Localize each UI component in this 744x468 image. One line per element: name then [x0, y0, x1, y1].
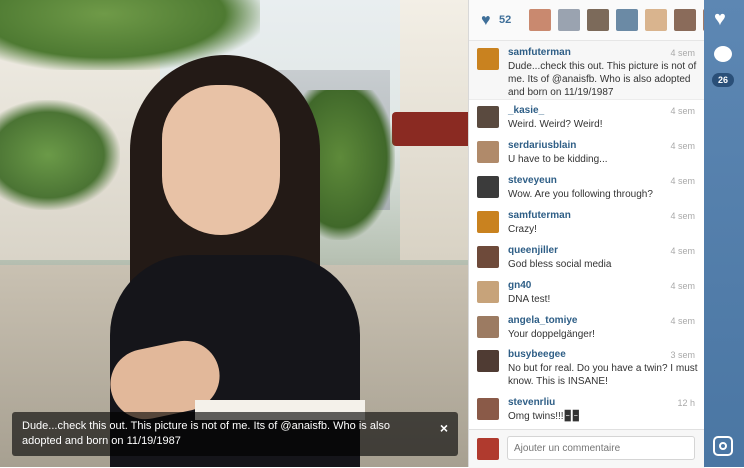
photo-viewer: Dude...check this out. This picture is n…: [0, 0, 468, 467]
comment-timestamp: 4 sem: [670, 106, 695, 116]
comment-footer: [469, 429, 705, 468]
photo-caption-text: Dude...check this out. This picture is n…: [22, 420, 391, 447]
commenter-avatar[interactable]: [477, 398, 499, 420]
commenter-avatar[interactable]: [477, 246, 499, 268]
comment-username[interactable]: busybeegee: [508, 349, 566, 360]
comments-panel: ♥ 52 samfuterman 4 sem Dude...check this o…: [468, 0, 725, 468]
comment-timestamp: 3 sem: [670, 350, 695, 360]
comment-text: God bless social media: [508, 259, 612, 270]
comment-text: Your doppelgänger!: [508, 329, 595, 340]
commenter-avatar[interactable]: [477, 350, 499, 372]
commenter-avatar[interactable]: [477, 211, 499, 233]
shop-awning: [392, 112, 468, 146]
comment-timestamp: 12 h: [677, 398, 695, 408]
likes-count[interactable]: 52: [499, 14, 511, 26]
comment-timestamp: 4 sem: [670, 176, 695, 186]
comment-username[interactable]: serdariusblain: [508, 140, 576, 151]
comment-timestamp: 4 sem: [670, 246, 695, 256]
likes-bar: ♥ 52: [469, 0, 725, 41]
liker-avatar[interactable]: [616, 9, 638, 31]
commenter-avatar[interactable]: [477, 176, 499, 198]
comment-username[interactable]: _kasie_: [508, 105, 544, 116]
comment-item: angela_tomiye 4 sem Your doppelgänger!: [469, 309, 705, 343]
liker-avatar[interactable]: [587, 9, 609, 31]
comment-item: samfuterman 4 sem Crazy!: [469, 204, 705, 239]
comment-timestamp: 4 sem: [670, 141, 695, 151]
comment-item: busybeegee 3 sem No but for real. Do you h…: [469, 343, 705, 391]
comment-item: samfuterman 4 sem Dude...check this out. T…: [469, 41, 705, 100]
commenter-avatar[interactable]: [477, 316, 499, 338]
comment-text: Crazy!: [508, 224, 537, 235]
comment-username[interactable]: samfuterman: [508, 210, 571, 221]
commenter-avatar[interactable]: [477, 48, 499, 70]
comments-list[interactable]: samfuterman 4 sem Dude...check this out. T…: [469, 41, 705, 429]
comment-text: Omg twins!!!🁢🁢: [508, 411, 580, 422]
comment-timestamp: 4 sem: [670, 48, 695, 58]
liker-avatar[interactable]: [558, 9, 580, 31]
comment-item: serdariusblain 4 sem U have to be kidding.…: [469, 134, 705, 169]
comment-item: gn40 4 sem DNA test!: [469, 274, 705, 309]
comment-username[interactable]: gn40: [508, 280, 531, 291]
comment-item: steveyeun 4 sem Wow. Are you following thr…: [469, 169, 705, 204]
comment-text: DNA test!: [508, 294, 551, 305]
subject-face: [162, 85, 280, 235]
comment-text: No but for real. Do you have a twin? I m…: [508, 363, 698, 387]
comment-text: Dude...check this out. This picture is n…: [508, 61, 697, 98]
tree: [0, 100, 120, 210]
comment-text: Weird. Weird? Weird!: [508, 119, 603, 130]
comment-username[interactable]: angela_tomiye: [508, 315, 577, 326]
heart-icon[interactable]: ♥: [481, 12, 491, 30]
comment-username[interactable]: steveyeun: [508, 175, 557, 186]
commenter-avatar[interactable]: [477, 281, 499, 303]
comment-timestamp: 4 sem: [670, 211, 695, 221]
liker-avatar[interactable]: [529, 9, 551, 31]
photo-caption-overlay: Dude...check this out. This picture is n…: [12, 412, 458, 456]
comment-username[interactable]: queenjiller: [508, 245, 558, 256]
instagram-camera-icon[interactable]: [713, 436, 733, 456]
commenter-avatar[interactable]: [477, 106, 499, 128]
comment-username[interactable]: samfuterman: [508, 47, 571, 58]
commenter-avatar[interactable]: [477, 141, 499, 163]
liker-avatar[interactable]: [645, 9, 667, 31]
comment-timestamp: 4 sem: [670, 281, 695, 291]
comment-count-badge: 26: [712, 73, 734, 87]
comment-text: U have to be kidding...: [508, 154, 608, 165]
comment-item: queenjiller 4 sem God bless social media: [469, 239, 705, 274]
comment-item: stevenrliu 12 h Omg twins!!!🁢🁢: [469, 391, 705, 429]
comment-bubble-icon[interactable]: [714, 46, 732, 62]
action-rail: ♥ 26: [704, 0, 744, 467]
comment-username[interactable]: stevenrliu: [508, 397, 555, 408]
heart-icon[interactable]: ♥: [714, 8, 726, 31]
liker-avatar[interactable]: [674, 9, 696, 31]
comment-text: Wow. Are you following through?: [508, 189, 653, 200]
comment-item: _kasie_ 4 sem Weird. Weird? Weird!: [469, 99, 705, 134]
close-caption-button[interactable]: ×: [440, 420, 448, 436]
comment-input[interactable]: [507, 436, 695, 460]
comment-timestamp: 4 sem: [670, 316, 695, 326]
current-user-avatar: [477, 438, 499, 460]
